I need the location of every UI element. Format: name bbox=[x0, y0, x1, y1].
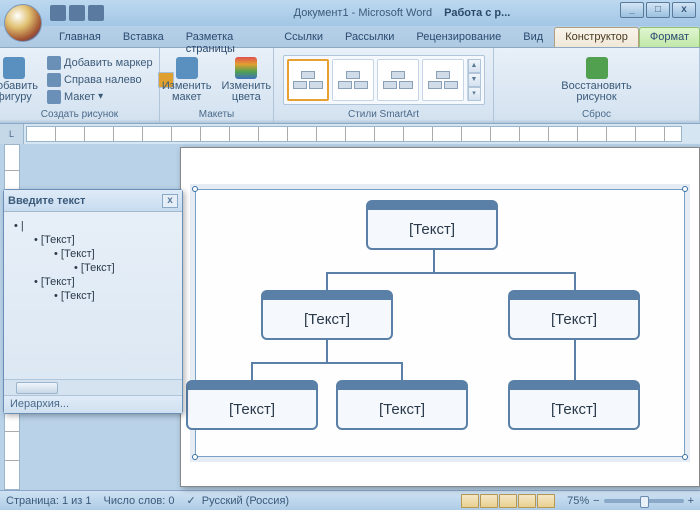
ribbon-tabs: Главная Вставка Разметка страницы Ссылки… bbox=[0, 26, 700, 48]
tab-insert[interactable]: Вставка bbox=[112, 27, 175, 47]
undo-icon[interactable] bbox=[69, 5, 85, 21]
smartart-canvas[interactable]: [Текст] [Текст] [Текст] [Текст] [Текст] … bbox=[195, 189, 685, 457]
quick-access-toolbar bbox=[50, 5, 104, 21]
tab-view[interactable]: Вид bbox=[512, 27, 554, 47]
ribbon: Добавить фигуру Добавить маркер Справа н… bbox=[0, 48, 700, 124]
view-web[interactable] bbox=[499, 494, 517, 508]
group-label: Создать рисунок bbox=[4, 109, 155, 123]
window-title: Документ1 - Microsoft Word Работа с р... bbox=[104, 7, 700, 19]
document-workspace: [Текст] [Текст] [Текст] [Текст] [Текст] … bbox=[0, 144, 700, 490]
group-smartart-styles: ▲▼▾ Стили SmartArt bbox=[274, 48, 494, 123]
view-draft[interactable] bbox=[537, 494, 555, 508]
group-label: Сброс bbox=[498, 109, 695, 123]
text-pane-title: Введите текст bbox=[8, 195, 85, 207]
view-print-layout[interactable] bbox=[461, 494, 479, 508]
maximize-button[interactable]: □ bbox=[646, 2, 670, 18]
resize-handle[interactable] bbox=[682, 454, 688, 460]
layout-icon bbox=[47, 90, 61, 104]
bullet-icon bbox=[47, 56, 61, 70]
zoom-slider[interactable] bbox=[604, 499, 684, 503]
tab-home[interactable]: Главная bbox=[48, 27, 112, 47]
change-layout-icon bbox=[176, 57, 198, 79]
smartart-text-pane[interactable]: Введите текст x • | • [Текст] • [Текст] … bbox=[3, 189, 183, 414]
close-icon[interactable]: x bbox=[162, 194, 178, 208]
title-bar: Документ1 - Microsoft Word Работа с р...… bbox=[0, 0, 700, 26]
smartart-node[interactable]: [Текст] bbox=[186, 380, 318, 430]
status-page[interactable]: Страница: 1 из 1 bbox=[6, 495, 92, 507]
add-bullet-button[interactable]: Добавить маркер bbox=[44, 55, 156, 71]
change-colors-button[interactable]: Изменить цвета bbox=[218, 55, 276, 105]
reset-icon bbox=[586, 57, 608, 79]
text-pane-body[interactable]: • | • [Текст] • [Текст] • [Текст] • [Тек… bbox=[4, 212, 182, 379]
smartart-node[interactable]: [Текст] bbox=[508, 290, 640, 340]
group-label: Стили SmartArt bbox=[278, 109, 489, 123]
style-thumb[interactable] bbox=[377, 59, 419, 101]
group-reset: Восстановить рисунок Сброс bbox=[494, 48, 700, 123]
add-shape-button[interactable]: Добавить фигуру bbox=[0, 55, 42, 105]
zoom-level[interactable]: 75% bbox=[567, 495, 589, 507]
view-outline[interactable] bbox=[518, 494, 536, 508]
ruler-horizontal-area: L bbox=[0, 124, 700, 144]
view-full-screen[interactable] bbox=[480, 494, 498, 508]
resize-handle[interactable] bbox=[192, 454, 198, 460]
horizontal-ruler[interactable] bbox=[26, 126, 682, 142]
rtl-button[interactable]: Справа налево bbox=[44, 72, 156, 88]
view-buttons bbox=[461, 494, 555, 508]
tab-review[interactable]: Рецензирование bbox=[405, 27, 512, 47]
group-label: Макеты bbox=[164, 109, 269, 123]
status-words[interactable]: Число слов: 0 bbox=[104, 495, 175, 507]
smartart-node[interactable]: [Текст] bbox=[508, 380, 640, 430]
style-thumb[interactable] bbox=[287, 59, 329, 101]
layout-button[interactable]: Макет ▾ bbox=[44, 89, 156, 105]
style-thumb[interactable] bbox=[332, 59, 374, 101]
status-lang[interactable]: ✓ Русский (Россия) bbox=[186, 494, 289, 507]
resize-handle[interactable] bbox=[192, 186, 198, 192]
text-pane-scrollbar[interactable] bbox=[4, 379, 182, 395]
window-controls: _ □ x bbox=[620, 2, 696, 18]
close-button[interactable]: x bbox=[672, 2, 696, 18]
text-pane-header[interactable]: Введите текст x bbox=[4, 190, 182, 212]
group-create-graphic: Добавить фигуру Добавить маркер Справа н… bbox=[0, 48, 160, 123]
minimize-button[interactable]: _ bbox=[620, 2, 644, 18]
zoom-in-button[interactable]: + bbox=[688, 495, 694, 507]
tab-format[interactable]: Формат bbox=[639, 27, 700, 47]
redo-icon[interactable] bbox=[88, 5, 104, 21]
rtl-icon bbox=[47, 73, 61, 87]
zoom-control: 75% − + bbox=[567, 495, 694, 507]
save-icon[interactable] bbox=[50, 5, 66, 21]
office-button[interactable] bbox=[4, 4, 42, 42]
ruler-corner[interactable]: L bbox=[0, 124, 24, 144]
tab-layout[interactable]: Разметка страницы bbox=[175, 27, 273, 47]
smartart-node[interactable]: [Текст] bbox=[261, 290, 393, 340]
tab-design[interactable]: Конструктор bbox=[554, 27, 639, 47]
tab-references[interactable]: Ссылки bbox=[273, 27, 334, 47]
gallery-scroll[interactable]: ▲▼▾ bbox=[467, 59, 481, 101]
smartart-node[interactable]: [Текст] bbox=[366, 200, 498, 250]
change-colors-icon bbox=[235, 57, 257, 79]
group-layouts: Изменить макет Изменить цвета Макеты bbox=[160, 48, 274, 123]
status-bar: Страница: 1 из 1 Число слов: 0 ✓ Русский… bbox=[0, 490, 700, 510]
smartart-node[interactable]: [Текст] bbox=[336, 380, 468, 430]
change-layout-button[interactable]: Изменить макет bbox=[158, 55, 216, 105]
zoom-out-button[interactable]: − bbox=[593, 495, 599, 507]
style-thumb[interactable] bbox=[422, 59, 464, 101]
resize-handle[interactable] bbox=[682, 186, 688, 192]
reset-graphic-button[interactable]: Восстановить рисунок bbox=[557, 55, 635, 105]
style-gallery[interactable]: ▲▼▾ bbox=[283, 55, 485, 105]
add-shape-icon bbox=[3, 57, 25, 79]
text-pane-footer: Иерархия... bbox=[4, 395, 182, 413]
tab-mailings[interactable]: Рассылки bbox=[334, 27, 405, 47]
